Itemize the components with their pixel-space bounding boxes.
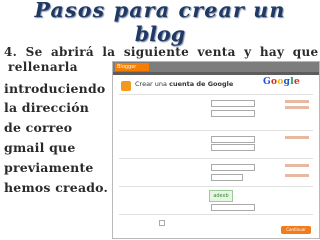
instruction-left-line: introduciendo [4, 81, 106, 96]
side-note [285, 164, 309, 167]
password-field[interactable] [211, 136, 255, 143]
side-note [285, 100, 309, 103]
form-divider [119, 186, 313, 187]
slide-title-line-2: blog [134, 22, 186, 46]
form-divider [119, 130, 313, 131]
continue-button[interactable]: Continuar [281, 226, 311, 234]
birthdate-field[interactable] [211, 174, 243, 181]
instruction-line-1: 4. Se abrirá la siguiente venta y hay qu… [4, 45, 319, 59]
instruction-left-line: gmail que [4, 140, 76, 155]
instruction-left-line: de correo [4, 120, 73, 135]
instruction-left-line: hemos creado. [4, 180, 109, 195]
slide-title-line-1: Pasos para crear un [34, 0, 286, 22]
browser-toolbar-strip [113, 72, 319, 75]
form-divider [119, 158, 313, 159]
instruction-left-line: la dirección [4, 100, 90, 115]
signup-form: Crear una cuenta de Google Google adexb … [119, 77, 313, 234]
captcha-field[interactable] [211, 204, 255, 211]
google-logo: Google [263, 77, 300, 87]
form-heading-prefix: Crear una [135, 80, 168, 88]
email-field[interactable] [211, 100, 255, 107]
blogger-logo: Blogger [115, 63, 149, 71]
terms-checkbox[interactable] [159, 220, 165, 226]
blogger-signup-screenshot: Blogger Crear una cuenta de Google Googl… [112, 61, 320, 239]
side-note [285, 174, 309, 177]
side-note [285, 136, 309, 139]
instruction-left-line: previamente [4, 160, 94, 175]
instruction-line-2: rellenarla [8, 60, 78, 74]
form-divider [119, 214, 313, 215]
captcha-image: adexb [209, 190, 233, 202]
form-heading-bold: cuenta de Google [169, 80, 234, 88]
password-confirm-field[interactable] [211, 144, 255, 151]
browser-toolbar: Blogger [113, 62, 319, 72]
form-divider [119, 94, 313, 95]
side-note [285, 106, 309, 109]
form-heading: Crear una cuenta de Google [135, 80, 233, 88]
step-icon [121, 81, 131, 91]
email-confirm-field[interactable] [211, 110, 255, 117]
display-name-field[interactable] [211, 164, 255, 171]
